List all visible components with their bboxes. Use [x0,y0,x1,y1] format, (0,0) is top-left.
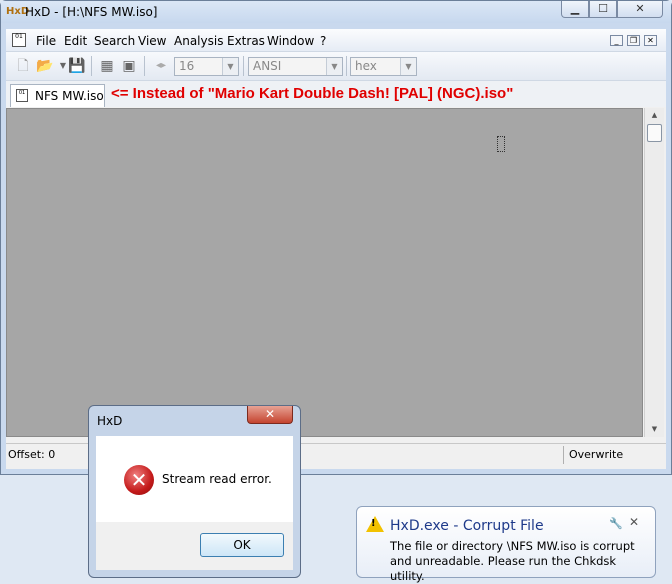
dialog-body: ✕ Stream read error. [96,436,293,522]
hex-editor-area[interactable] [6,108,643,437]
bytes-per-row-value: 16 [179,59,195,73]
toolbar-separator [91,56,92,76]
corrupt-file-notification[interactable]: ! HxD.exe - Corrupt File 🔧 ✕ The file or… [356,506,656,583]
hxd-app-icon: HxD [6,6,30,17]
disk-drive-icon[interactable]: ▣ [120,57,138,75]
wrench-icon[interactable]: 🔧 [609,517,623,530]
bytes-per-row-select[interactable]: 16 ▼ [174,57,239,76]
menu-extras[interactable]: Extras [227,34,265,48]
menu-edit[interactable]: Edit [64,34,87,48]
open-folder-icon[interactable]: 📂 [36,57,54,75]
charset-value: ANSI [253,59,282,73]
menu-window[interactable]: Window [267,34,314,48]
red-annotation-text: <= Instead of "Mario Kart Double Dash! [… [111,85,514,102]
notification-title: HxD.exe - Corrupt File [390,518,544,534]
mdi-minimize-button[interactable]: _ [610,35,623,46]
tab-label: NFS MW.iso [35,89,104,103]
scroll-down-icon[interactable]: ▼ [645,422,664,437]
text-cursor [497,136,505,152]
new-file-icon[interactable]: 🗋 [14,57,32,75]
title-bar[interactable]: HxD HxD - [H:\NFS MW.iso] ▁ ☐ ✕ [1,1,671,23]
dialog-message: Stream read error. [162,472,272,486]
status-offset: Offset: 0 [8,448,56,461]
chevron-down-icon[interactable]: ▼ [326,58,342,75]
charset-select[interactable]: ANSI ▼ [248,57,343,76]
maximize-button[interactable]: ☐ [589,1,617,18]
status-separator [563,446,564,464]
tab-strip: 01 NFS MW.iso <= Instead of "Mario Kart … [6,81,666,107]
menu-help[interactable]: ? [320,34,326,48]
notification-message: The file or directory \NFS MW.iso is cor… [390,539,635,583]
bytes-per-row-icon: ◂▸ [155,60,167,71]
menu-file[interactable]: File [36,34,56,48]
chevron-down-icon[interactable]: ▼ [222,58,238,75]
document-icon[interactable]: 01 [12,33,26,47]
scroll-up-icon[interactable]: ▲ [645,108,664,123]
ram-chip-icon[interactable]: ▦ [98,57,116,75]
chevron-down-icon[interactable]: ▼ [400,58,416,75]
tab-nfs-mw-iso[interactable]: 01 NFS MW.iso [10,84,105,107]
toolbar-separator [144,56,145,76]
toolbar-separator [243,56,244,76]
save-disk-icon[interactable]: 💾 [68,57,86,75]
status-mode[interactable]: Overwrite [569,448,623,461]
notification-close-icon[interactable]: ✕ [629,515,639,529]
menu-bar: 01 File Edit Search View Analysis Extras… [6,29,666,52]
offset-base-select[interactable]: hex ▼ [350,57,417,76]
minimize-button[interactable]: ▁ [561,1,589,18]
warning-exclamation: ! [371,518,376,529]
scrollbar-thumb[interactable] [647,124,662,142]
ok-button[interactable]: OK [200,533,284,557]
dialog-title: HxD [97,414,123,428]
dialog-close-button[interactable]: ✕ [247,406,293,424]
toolbar: 🗋 📂 ▼ 💾 ▦ ▣ ◂▸ 16 ▼ ANSI ▼ hex ▼ [6,52,666,81]
error-icon: ✕ [124,465,154,495]
vertical-scrollbar[interactable]: ▲ ▼ [644,108,664,437]
menu-analysis[interactable]: Analysis [174,34,223,48]
hxd-main-window: HxD HxD - [H:\NFS MW.iso] ▁ ☐ ✕ 01 File … [0,0,672,475]
toolbar-separator [346,56,347,76]
error-dialog: HxD ✕ ✕ Stream read error. OK [88,405,301,578]
mdi-restore-button[interactable]: ❐ [627,35,640,46]
menu-search[interactable]: Search [94,34,135,48]
mdi-close-button[interactable]: ✕ [644,35,657,46]
window-title: HxD - [H:\NFS MW.iso] [25,5,158,19]
document-icon: 01 [16,89,28,102]
offset-base-value: hex [355,59,377,73]
close-button[interactable]: ✕ [617,1,663,18]
dialog-footer: OK [96,522,293,570]
menu-view[interactable]: View [138,34,166,48]
client-area: 01 File Edit Search View Analysis Extras… [6,29,666,469]
